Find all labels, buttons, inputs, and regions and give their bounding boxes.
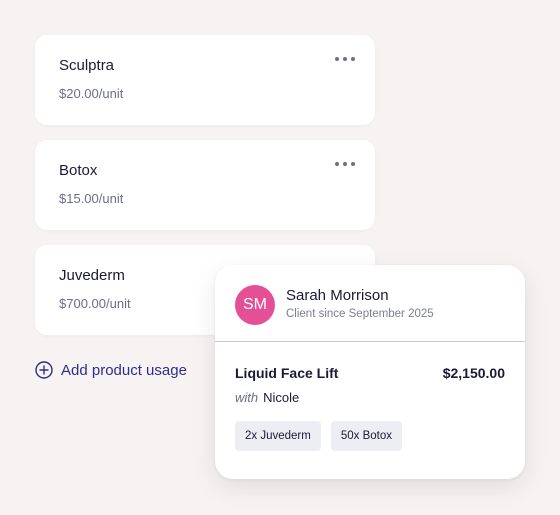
avatar: SM [235,285,275,325]
more-options-icon[interactable] [335,159,355,169]
service-price: $2,150.00 [442,365,505,381]
product-card-sculptra: Sculptra $20.00/unit [35,35,375,125]
appointment-card[interactable]: SM Sarah Morrison Client since September… [215,265,525,479]
provider-line: with Nicole [235,390,299,405]
product-name: Juvederm [59,267,125,284]
divider [215,341,525,342]
plus-circle-icon [35,361,53,379]
provider-name: Nicole [263,390,300,405]
add-product-usage-label: Add product usage [61,361,187,379]
product-chip: 50x Botox [330,421,402,451]
with-label: with [235,390,259,405]
product-price: $20.00/unit [59,86,124,101]
product-price: $15.00/unit [59,191,124,206]
product-name: Sculptra [59,57,115,74]
add-product-usage-button[interactable]: Add product usage [35,360,187,380]
product-price: $700.00/unit [59,296,131,311]
product-chip: 2x Juvederm [235,421,321,451]
product-name: Botox [59,162,98,179]
product-card-botox: Botox $15.00/unit [35,140,375,230]
product-chips: 2x Juvederm 50x Botox [235,421,412,451]
more-options-icon[interactable] [335,54,355,64]
client-name: Sarah Morrison [286,287,389,304]
client-since: Client since September 2025 [286,308,434,320]
service-name: Liquid Face Lift [235,365,339,381]
